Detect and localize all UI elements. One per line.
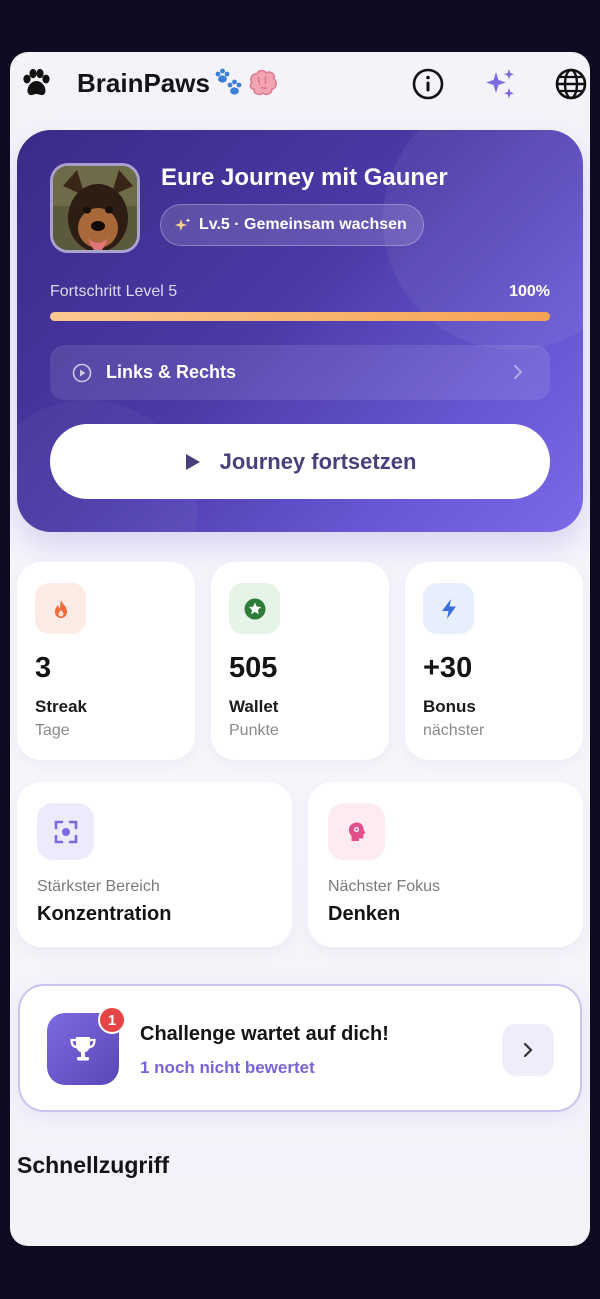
bonus-label: Bonus: [423, 697, 476, 716]
streak-value: 3: [35, 652, 52, 684]
next-focus-card[interactable]: Nächster Fokus Denken: [308, 782, 583, 947]
app-screen: BrainPaws Eure Journey mit Gauner Lv.5 ·…: [10, 52, 590, 1246]
info-button[interactable]: [408, 64, 448, 104]
star-badge-icon: [229, 583, 280, 634]
strongest-area-value: Konzentration: [37, 903, 172, 925]
challenge-subtitle: 1 noch nicht bewertet: [140, 1058, 315, 1077]
chevron-right-icon: [514, 365, 523, 379]
focus-target-icon: [37, 803, 94, 860]
challenge-banner[interactable]: 1 Challenge wartet auf dich! 1 noch nich…: [18, 984, 582, 1112]
continue-journey-button[interactable]: Journey fortsetzen: [50, 424, 550, 499]
brain-head-icon: [328, 803, 385, 860]
chevron-right-icon: [523, 1042, 533, 1058]
bonus-sub: nächster: [423, 722, 485, 739]
progress-percent: 100%: [509, 283, 550, 300]
flame-icon: [35, 583, 86, 634]
journey-title: Eure Journey mit Gauner: [161, 164, 448, 191]
paw-icon: [23, 68, 50, 96]
strongest-area-card[interactable]: Stärkster Bereich Konzentration: [17, 782, 292, 947]
next-focus-value: Denken: [328, 903, 401, 925]
wallet-card[interactable]: 505 Wallet Punkte: [211, 562, 389, 760]
streak-sub: Tage: [35, 722, 70, 739]
level-pill-label: Lv.5 · Gemeinsam wachsen: [199, 216, 407, 233]
bonus-value: +30: [423, 652, 473, 684]
ai-sparkles-button[interactable]: [480, 64, 520, 104]
progress-bar: [50, 312, 550, 321]
bolt-icon: [423, 583, 474, 634]
challenge-title: Challenge wartet auf dich!: [140, 1023, 389, 1045]
journey-hero-card: Eure Journey mit Gauner Lv.5 · Gemeinsam…: [17, 130, 583, 532]
globe-icon: [555, 68, 587, 100]
brain-icon: [249, 69, 277, 96]
next-lesson-item[interactable]: Links & Rechts: [50, 345, 550, 400]
app-title: BrainPaws: [77, 68, 210, 98]
quick-access-title: Schnellzugriff: [17, 1152, 170, 1178]
continue-journey-label: Journey fortsetzen: [219, 448, 417, 474]
language-button[interactable]: [551, 64, 590, 104]
info-icon: [412, 68, 444, 100]
streak-card[interactable]: 3 Streak Tage: [17, 562, 195, 760]
sparkle-icon: [175, 218, 191, 231]
level-pill: Lv.5 · Gemeinsam wachsen: [160, 204, 424, 246]
play-icon: [185, 453, 200, 470]
challenge-open-button[interactable]: [502, 1024, 554, 1076]
progress-fill: [50, 312, 550, 321]
notification-badge: 1: [98, 1006, 126, 1034]
dog-avatar: [50, 163, 140, 253]
wallet-label: Wallet: [229, 697, 279, 716]
bonus-card[interactable]: +30 Bonus nächster: [405, 562, 583, 760]
progress-label: Fortschritt Level 5: [50, 283, 178, 300]
wallet-value: 505: [229, 652, 278, 684]
streak-label: Streak: [35, 697, 87, 716]
wallet-sub: Punkte: [229, 722, 279, 739]
next-lesson-label: Links & Rechts: [106, 362, 237, 382]
play-circle-icon: [72, 363, 92, 382]
paw-prints-icon: [215, 68, 242, 95]
sparkles-icon: [486, 69, 514, 99]
next-focus-label: Nächster Fokus: [328, 878, 441, 895]
strongest-area-label: Stärkster Bereich: [37, 878, 160, 895]
